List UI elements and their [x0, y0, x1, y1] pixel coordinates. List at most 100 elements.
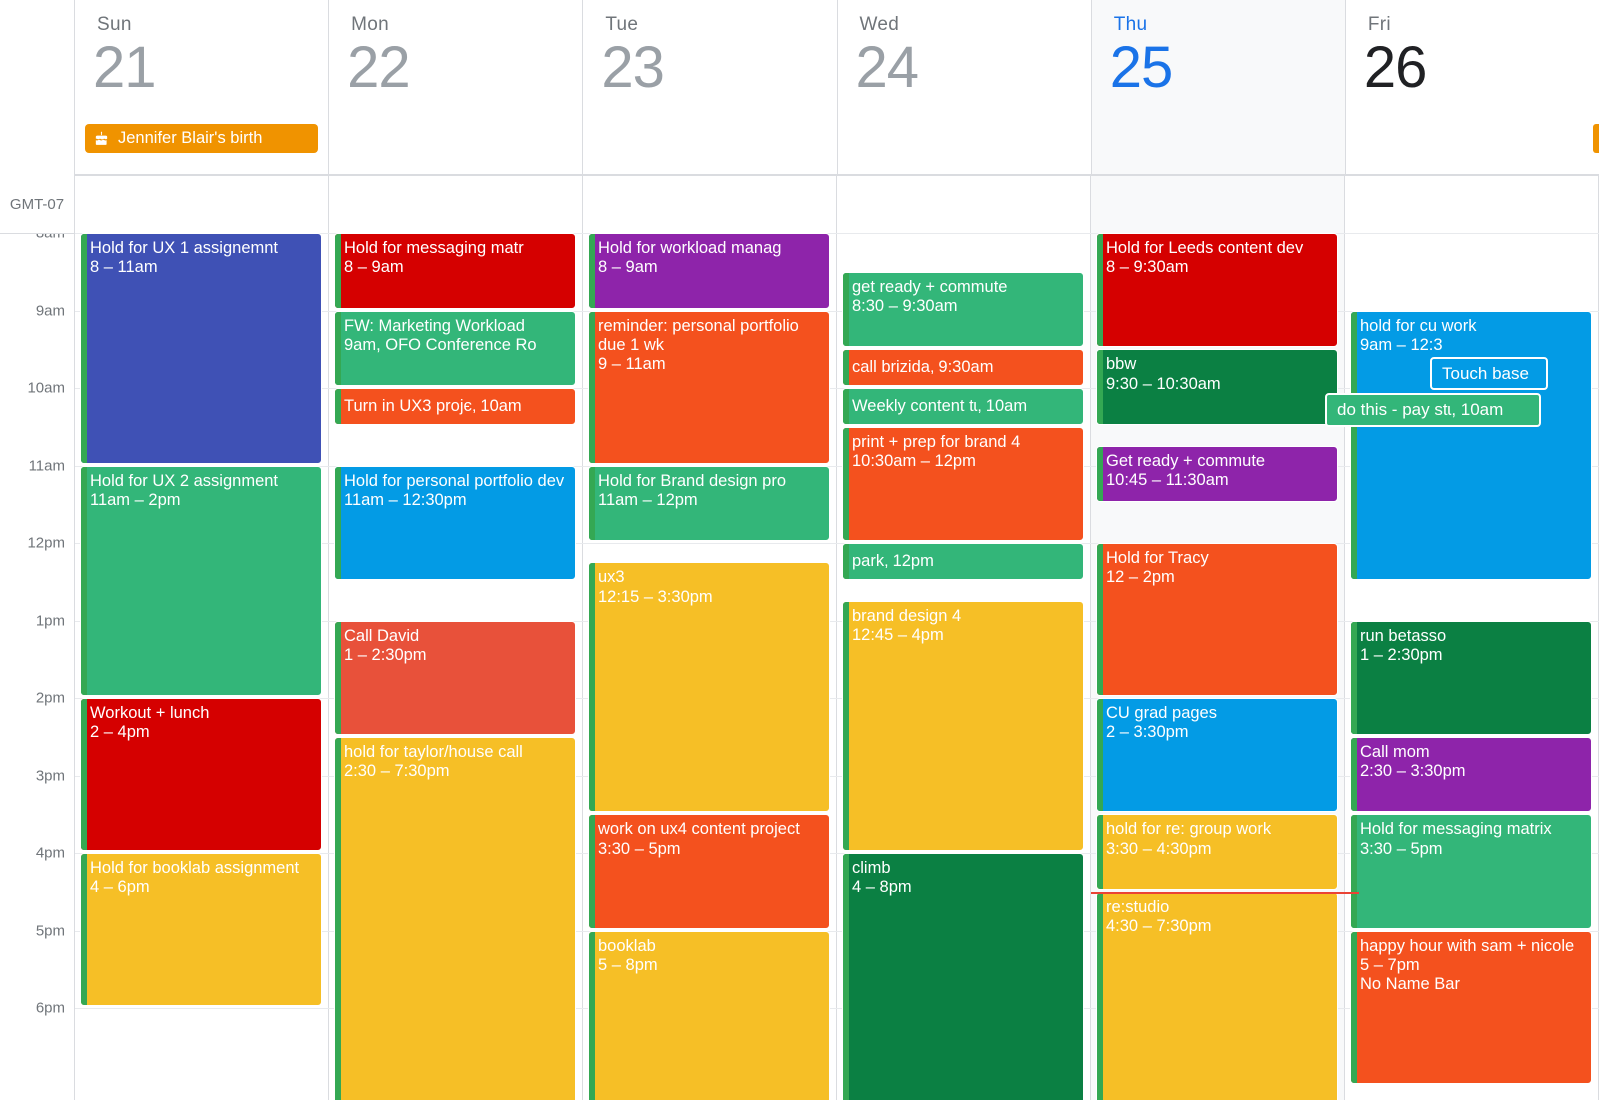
day-header-mon[interactable]: Mon 22: [329, 0, 584, 175]
event-body: Get ready + commute 10:45 – 11:30am: [1106, 452, 1335, 491]
event-body: brand design 4 12:45 – 4pm: [852, 607, 1081, 646]
event-overlap-stripe: [1097, 234, 1103, 347]
cake-icon: [93, 130, 110, 147]
event-overlap-stripe: [843, 272, 849, 347]
calendar-event[interactable]: happy hour with sam + nicole 5 – 7pm No Na…: [1350, 930, 1592, 1084]
event-chip-inner: park, 12pm: [852, 551, 934, 570]
floating-event-do-this-pay-stu[interactable]: do this - pay stɩ, 10am: [1325, 393, 1541, 427]
calendar-event[interactable]: CU grad pages 2 – 3:30pm: [1096, 698, 1338, 813]
calendar-event[interactable]: Weekly content tɩ, 10am: [842, 388, 1084, 425]
day-number-button[interactable]: 22: [329, 38, 582, 97]
calendar-event[interactable]: Hold for UX 1 assignemnt 8 – 11am: [80, 233, 322, 464]
calendar-event[interactable]: Hold for messaging matrix 3:30 – 5pm: [1350, 814, 1592, 929]
calendar-event[interactable]: park, 12pm: [842, 543, 1084, 580]
calendar-event[interactable]: bbw 9:30 – 10:30am: [1096, 349, 1338, 425]
event-time: 9 – 11am: [598, 355, 666, 374]
calendar-event[interactable]: hold for taylor/house call 2:30 – 7:30pm: [334, 736, 576, 1100]
calendar-event[interactable]: Hold for Leeds content dev 8 – 9:30am: [1096, 233, 1338, 348]
calendar-event[interactable]: Hold for messaging matr 8 – 9am: [334, 233, 576, 309]
calendar-event[interactable]: work on ux4 content project 3:30 – 5pm: [588, 814, 830, 929]
event-time: 1 – 2:30pm: [1360, 645, 1443, 664]
event-time: 4:30 – 7:30pm: [1106, 917, 1212, 936]
event-body: Hold for booklab assignment 4 – 6pm: [90, 859, 319, 898]
day-header-sun[interactable]: Sun 21 Jennifer Blair's birth: [75, 0, 330, 175]
event-title: print + prep for brand 4: [852, 432, 1021, 451]
calendar-event[interactable]: get ready + commute 8:30 – 9:30am: [842, 271, 1084, 348]
calendar-event[interactable]: FW: Marketing Workload 9am, OFO Conferenc…: [334, 310, 576, 386]
day-number-button[interactable]: 26: [1346, 38, 1599, 97]
event-overlap-stripe: [81, 699, 87, 850]
calendar-event[interactable]: run betasso 1 – 2:30pm: [1350, 620, 1592, 735]
calendar-event[interactable]: hold for re: group work 3:30 – 4:30pm: [1096, 814, 1338, 890]
calendar-event[interactable]: call brizida, 9:30am: [842, 349, 1084, 386]
calendar-event[interactable]: Hold for workload manag 8 – 9am: [588, 233, 830, 309]
day-of-week-label: Mon: [351, 14, 390, 35]
calendar-event[interactable]: print + prep for brand 4 10:30am – 12pm: [842, 426, 1084, 541]
calendar-grid-scroll[interactable]: 8am9am10am11am12pm1pm2pm3pm4pm5pm6pm Hol…: [0, 175, 1599, 1100]
event-body: hold for cu work 9am – 12:3: [1360, 317, 1589, 356]
day-of-week-label: Sun: [97, 14, 132, 35]
event-overlap-stripe: [589, 563, 595, 812]
calendar-event[interactable]: Hold for booklab assignment 4 – 6pm: [80, 853, 322, 1006]
day-header-tue[interactable]: Tue 23: [583, 0, 838, 175]
event-time: 8:30 – 9:30am: [852, 297, 958, 316]
event-overlap-stripe: [81, 466, 87, 695]
current-time-indicator: [1091, 891, 1345, 894]
event-title: hold for re: group work: [1106, 820, 1272, 839]
clipped-all-day-event-sliver[interactable]: [1593, 124, 1599, 153]
calendar-event[interactable]: Hold for Tracy 12 – 2pm: [1096, 543, 1338, 696]
calendar-event[interactable]: reminder: personal portfolio due 1 wk 9 –…: [588, 310, 830, 464]
hour-label: 10am: [27, 379, 65, 397]
calendar-event[interactable]: Hold for Brand design pro 11am – 12pm: [588, 465, 830, 541]
calendar-event[interactable]: Workout + lunch 2 – 4pm: [80, 698, 322, 851]
event-overlap-stripe: [1097, 544, 1103, 695]
event-overlap-stripe: [1097, 350, 1103, 424]
day-header-fri[interactable]: Fri 26: [1345, 0, 1599, 175]
event-time: 3:30 – 5pm: [1360, 839, 1443, 858]
event-time: 2:30 – 3:30pm: [1360, 762, 1466, 781]
calendar-event[interactable]: re:studio 4:30 – 7:30pm: [1096, 891, 1338, 1100]
day-number-button[interactable]: 21: [75, 38, 328, 97]
day-header-wed[interactable]: Wed 24: [837, 0, 1092, 175]
event-body: Weekly content tɩ, 10am: [852, 397, 1027, 417]
calendar-event[interactable]: Call David 1 – 2:30pm: [334, 620, 576, 735]
event-overlap-stripe: [335, 621, 341, 734]
event-title: Hold for messaging matrix: [1360, 820, 1552, 839]
day-number-button[interactable]: 23: [583, 38, 836, 97]
event-time: 5 – 7pm: [1360, 955, 1420, 974]
event-overlap-stripe: [335, 311, 341, 385]
event-chip-inner: call brizida, 9:30am: [852, 357, 994, 376]
floating-event-touch-base[interactable]: Touch base: [1430, 357, 1548, 390]
header-gutter-spacer: [0, 0, 75, 175]
event-overlap-stripe: [335, 389, 341, 424]
calendar-event[interactable]: Turn in UX3 projє, 10am: [334, 388, 576, 425]
event-body: ux3 12:15 – 3:30pm: [598, 568, 827, 607]
calendar-event[interactable]: climb 4 – 8pm: [842, 853, 1084, 1100]
day-of-week-label: Tue: [605, 14, 639, 35]
event-time: 2 – 4pm: [90, 723, 150, 742]
calendar-event[interactable]: Call mom 2:30 – 3:30pm: [1350, 736, 1592, 813]
event-time: 12:45 – 4pm: [852, 626, 944, 645]
calendar-event[interactable]: Hold for personal portfolio dev 11am – 12…: [334, 465, 576, 580]
calendar-event[interactable]: Get ready + commute 10:45 – 11:30am: [1096, 446, 1338, 503]
event-title: Hold for messaging matr: [344, 239, 524, 257]
calendar-event[interactable]: booklab 5 – 8pm: [588, 930, 830, 1100]
event-title: Hold for Leeds content dev: [1106, 239, 1304, 257]
day-number-button[interactable]: 25: [1092, 38, 1345, 97]
day-header-thu[interactable]: Thu 25: [1091, 0, 1346, 175]
day-number-button[interactable]: 24: [838, 38, 1091, 97]
calendar-event[interactable]: brand design 4 12:45 – 4pm: [842, 601, 1084, 851]
calendar-event[interactable]: hold for cu work 9am – 12:3: [1350, 310, 1592, 580]
calendar-event[interactable]: ux3 12:15 – 3:30pm: [588, 562, 830, 813]
event-title: run betasso: [1360, 626, 1447, 645]
all-day-event-birthday[interactable]: Jennifer Blair's birth: [85, 124, 319, 153]
event-overlap-stripe: [1351, 931, 1357, 1083]
event-body: Hold for Tracy 12 – 2pm: [1106, 549, 1335, 588]
event-title: Hold for personal portfolio dev: [344, 471, 565, 490]
event-title: Get ready + commute: [1106, 452, 1266, 471]
calendar-event[interactable]: Hold for UX 2 assignment 11am – 2pm: [80, 465, 322, 696]
event-body: re:studio 4:30 – 7:30pm: [1106, 898, 1335, 937]
week-calendar: Sun 21 Jennifer Blair's birth Mon 22 Tue 23 Wed…: [0, 0, 1599, 1100]
event-title: hold for cu work: [1360, 316, 1477, 335]
event-body: work on ux4 content project 3:30 – 5pm: [598, 820, 827, 859]
